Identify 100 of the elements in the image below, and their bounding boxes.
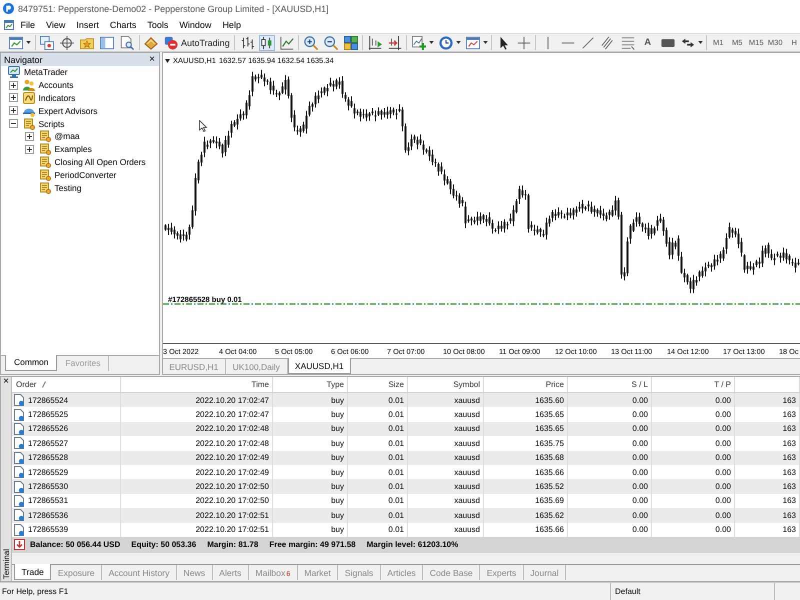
close-button[interactable]: × [148,54,156,64]
window-title: 8479751: Pepperstone-Demo02 - Pepperstone Group Limited - [XAUUSD,H1] [18,4,329,14]
text-tool-button[interactable]: A [640,34,656,50]
menu-item[interactable]: Help [216,19,246,31]
tree-item[interactable]: MetaTrader [24,67,68,78]
table-cell: 172865531 [28,496,68,506]
status-text: Default [610,583,774,600]
window-stack-icon[interactable] [39,34,55,50]
column-header[interactable]: Size [348,377,408,392]
table-cell: 172865526 [28,424,68,434]
panel-title: Terminal [2,548,10,581]
tree-item[interactable]: Expert Advisors [38,106,98,116]
tree-item[interactable]: Testing [54,182,82,193]
caret-icon[interactable] [698,41,703,44]
column-header[interactable]: Type [273,377,348,392]
caret-icon[interactable] [26,41,31,44]
clock-icon[interactable] [438,34,454,50]
tree-item[interactable]: Indicators [38,92,76,103]
wave-icon [22,92,34,104]
document-icon [14,452,24,464]
magnifier-page-icon[interactable] [119,34,135,50]
line-chart-icon[interactable] [278,34,295,50]
zoom-out-icon[interactable] [322,34,339,50]
tile-windows-icon[interactable] [342,34,359,50]
chart-template-icon[interactable] [464,34,481,50]
order-line[interactable] [163,303,800,305]
column-header[interactable]: Time [121,377,273,392]
column-header[interactable]: Order [12,377,121,392]
table-cell: 172865529 [28,468,68,477]
horizontal-lines-icon[interactable] [620,34,636,50]
chart-shift-icon[interactable] [366,34,383,50]
expand-icon[interactable] [9,106,18,116]
caret-icon[interactable] [482,41,488,44]
people-icon [22,79,34,92]
column-header[interactable]: T / P [652,377,735,392]
down-arrow-box-icon [14,539,25,550]
candlestick-icon[interactable] [258,34,275,50]
new-chart-icon[interactable] [8,34,24,50]
table-cell: 172865536 [28,510,68,520]
tree-item[interactable]: Examples [54,144,92,154]
crosshair-icon[interactable] [516,34,532,50]
document-icon [14,437,24,450]
tree-item[interactable]: Accounts [38,80,74,90]
note-icon [22,118,34,130]
status-text: For Help, press F1 [1,587,70,596]
document-icon [14,480,24,493]
chart-add-icon[interactable] [410,34,427,50]
table-row[interactable]: 172865530 2022.10.20 17:02:50 buy 0.01 xauusd 1635.52 0.00 0.00 163 [12,479,800,494]
document-icon [14,422,24,435]
crosshair-target-icon[interactable] [59,34,75,50]
document-icon [14,466,24,478]
table-cell: 172865539 [28,525,68,534]
panel-tab[interactable]: Common [5,355,58,371]
column-header[interactable]: S / L [568,377,652,392]
side-panel-window-icon[interactable] [99,34,115,50]
table-row[interactable]: 172865528 2022.10.20 17:02:49 buy 0.01 xauusd 1635.68 0.00 0.00 163 [12,450,800,465]
close-button[interactable]: × [2,377,10,387]
menu-item[interactable]: Window [174,19,217,31]
table-cell: 172865527 [28,438,68,448]
mouse-pointer-icon [199,120,207,132]
tree-item[interactable]: Closing All Open Orders [54,156,146,167]
column-header[interactable]: Symbol [408,377,484,392]
expand-icon[interactable] [9,80,18,90]
note-icon [38,182,50,194]
terminal-tab[interactable]: Trade [14,564,52,580]
chart-window-icon[interactable] [4,20,14,30]
panel-title: Navigator [4,54,43,64]
caret-icon[interactable] [165,58,170,62]
expand-icon[interactable] [9,93,18,102]
autotrading-button[interactable]: AutoTrading [161,34,233,51]
menu-item[interactable]: View [40,19,71,31]
tree-item[interactable]: @maa [54,131,80,142]
caret-icon[interactable] [428,41,434,44]
menu-item[interactable]: Insert [70,19,104,31]
summary-item: Margin level: 61203.10% [366,540,458,550]
menu-item[interactable]: Tools [142,19,174,31]
tree-item[interactable]: PeriodConverter [54,170,116,180]
note-icon [38,130,50,142]
table-row[interactable]: 172865536 2022.10.20 17:02:51 buy 0.01 xauusd 1635.62 0.00 0.00 163 [12,508,800,523]
note-icon [38,168,50,181]
caret-icon[interactable] [456,41,461,44]
trendline-icon[interactable] [580,34,596,50]
document-icon [14,408,24,421]
expand-icon[interactable] [25,144,34,154]
document-icon [14,509,24,522]
collapse-icon[interactable] [9,119,18,128]
table-row[interactable]: 172865524 2022.10.20 17:02:47 buy 0.01 xauusd 1635.60 0.00 0.00 163 [12,393,800,408]
expand-icon[interactable] [25,132,34,141]
note-icon [38,156,50,168]
menu-item[interactable]: Charts [104,19,142,31]
autoscroll-icon[interactable] [386,34,403,50]
chart-tab[interactable]: XAUUSD,H1 [288,358,350,374]
menu-item[interactable]: File [15,19,41,31]
note-icon [38,143,50,156]
table-row[interactable]: 172865526 2022.10.20 17:02:48 buy 0.01 xauusd 1635.65 0.00 0.00 163 [12,422,800,436]
column-header[interactable]: Price [484,377,568,392]
tree-item[interactable]: Scripts [38,118,64,129]
table-cell: 172865530 [28,482,68,492]
zoom-in-icon[interactable] [302,34,319,50]
diamond-icon[interactable] [143,34,159,50]
